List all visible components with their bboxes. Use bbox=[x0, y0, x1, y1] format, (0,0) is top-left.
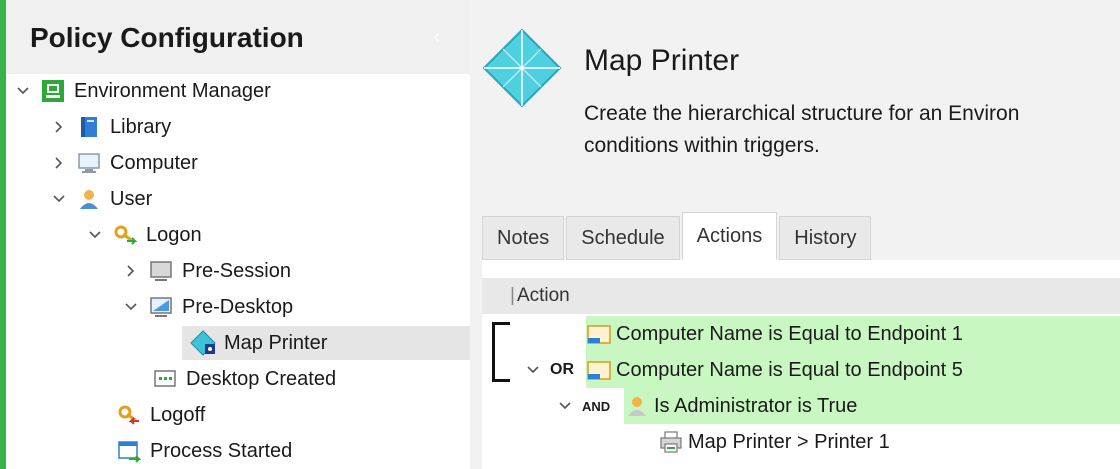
map-printer-large-icon bbox=[482, 28, 562, 108]
description-line: Create the hierarchical structure for an… bbox=[584, 102, 1020, 125]
process-started-icon bbox=[116, 438, 142, 464]
node-details-panel: Map Printer Create the hierarchical stru… bbox=[470, 0, 1120, 469]
action-row[interactable]: Computer Name is Equal to Endpoint 1 bbox=[586, 316, 1120, 352]
condition-folder-icon bbox=[586, 358, 612, 382]
tree-item-label: Logoff bbox=[150, 403, 206, 426]
chevron-right-icon[interactable] bbox=[52, 156, 66, 170]
tree-item-label: Pre-Desktop bbox=[182, 295, 294, 318]
tab-schedule[interactable]: Schedule bbox=[566, 216, 680, 260]
column-header-label: Action bbox=[516, 285, 570, 306]
tree-item-library[interactable]: Library bbox=[52, 110, 171, 144]
node-title: Map Printer bbox=[584, 44, 740, 77]
tree-item-environment-manager[interactable]: Environment Manager bbox=[16, 74, 271, 108]
tab-actions[interactable]: Actions bbox=[681, 212, 778, 260]
tree-item-label: Desktop Created bbox=[186, 367, 337, 390]
tree-item-process-started[interactable]: Process Started bbox=[116, 434, 292, 468]
action-row-text: Map Printer > Printer 1 bbox=[688, 430, 890, 453]
pre-desktop-icon bbox=[148, 294, 174, 320]
printer-icon bbox=[658, 430, 684, 454]
user-icon bbox=[624, 394, 650, 418]
user-icon bbox=[76, 186, 102, 212]
collapse-panel-button[interactable]: ‹ bbox=[426, 26, 448, 48]
environment-manager-icon bbox=[40, 78, 66, 104]
tree-item-logoff[interactable]: Logoff bbox=[116, 398, 205, 432]
node-description: Create the hierarchical structure for an… bbox=[584, 98, 1120, 162]
desktop-created-icon bbox=[152, 366, 178, 392]
chevron-down-icon[interactable] bbox=[124, 300, 138, 314]
action-row[interactable]: Computer Name is Equal to Endpoint 5 bbox=[586, 352, 1120, 388]
row-operator-cell: AND bbox=[558, 388, 624, 424]
tree-item-logon[interactable]: Logon bbox=[88, 218, 202, 252]
condition-folder-icon bbox=[586, 322, 612, 346]
tab-history[interactable]: History bbox=[779, 216, 872, 260]
tree-item-computer[interactable]: Computer bbox=[52, 146, 198, 180]
logoff-key-icon bbox=[116, 402, 142, 428]
tree-item-label: User bbox=[110, 187, 153, 210]
tree-item-label: Library bbox=[110, 115, 172, 138]
tree-item-label: Computer bbox=[110, 151, 198, 174]
or-group-bracket bbox=[492, 322, 510, 382]
chevron-down-icon[interactable] bbox=[88, 228, 102, 242]
library-book-icon bbox=[76, 114, 102, 140]
chevron-down-icon[interactable] bbox=[16, 84, 30, 98]
tab-notes[interactable]: Notes bbox=[482, 216, 565, 260]
tree-item-label: Environment Manager bbox=[74, 79, 271, 102]
chevron-down-icon[interactable] bbox=[558, 399, 572, 413]
action-row[interactable]: Is Administrator is True bbox=[624, 388, 1120, 424]
tree-item-label: Pre-Session bbox=[182, 259, 291, 282]
chevron-down-icon[interactable] bbox=[526, 363, 540, 377]
column-divider: | bbox=[510, 285, 515, 306]
pre-session-icon bbox=[148, 258, 174, 284]
details-tabs: Notes Schedule Actions History bbox=[482, 212, 873, 260]
action-row-text: Computer Name is Equal to Endpoint 5 bbox=[616, 358, 963, 381]
tree-item-map-printer[interactable]: Map Printer bbox=[182, 326, 470, 360]
chevron-down-icon[interactable] bbox=[52, 192, 66, 206]
description-line: conditions within triggers. bbox=[584, 134, 820, 157]
action-column-header[interactable]: | Action bbox=[482, 278, 1120, 314]
tree-item-user[interactable]: User bbox=[52, 182, 152, 216]
computer-monitor-icon bbox=[76, 150, 102, 176]
policy-tree-panel: Policy Configuration ‹ Environment Manag… bbox=[6, 0, 470, 469]
tree-item-pre-desktop[interactable]: Pre-Desktop bbox=[124, 290, 293, 324]
map-printer-icon bbox=[190, 330, 216, 356]
tree-item-label: Logon bbox=[146, 223, 202, 246]
action-row[interactable]: Map Printer > Printer 1 bbox=[658, 424, 1120, 460]
tree-item-label: Map Printer bbox=[224, 331, 328, 354]
and-operator-label: AND bbox=[582, 398, 611, 414]
chevron-right-icon[interactable] bbox=[124, 264, 138, 278]
tree-item-pre-session[interactable]: Pre-Session bbox=[124, 254, 291, 288]
panel-header: Policy Configuration ‹ bbox=[6, 0, 470, 74]
row-operator-cell: OR bbox=[526, 352, 586, 388]
tree-item-desktop-created[interactable]: Desktop Created bbox=[152, 362, 336, 396]
action-row-text: Is Administrator is True bbox=[654, 394, 858, 417]
logon-key-icon bbox=[112, 222, 138, 248]
or-operator-label: OR bbox=[550, 361, 574, 378]
panel-title: Policy Configuration bbox=[30, 22, 304, 53]
chevron-right-icon[interactable] bbox=[52, 120, 66, 134]
action-row-text: Computer Name is Equal to Endpoint 1 bbox=[616, 322, 963, 345]
tree-item-label: Process Started bbox=[150, 439, 293, 462]
